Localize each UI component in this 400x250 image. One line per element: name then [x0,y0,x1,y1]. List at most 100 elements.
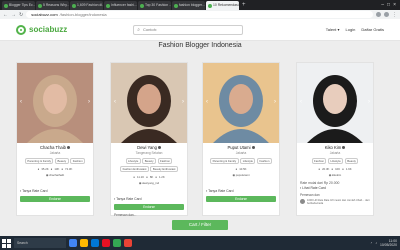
endorse-button[interactable]: Endorse [206,196,276,202]
taskbar-app-icon[interactable] [80,239,88,247]
category-tag[interactable]: Parenting & Family [210,158,239,164]
search-input[interactable] [143,27,234,32]
review-text: 1000 Lift Rate Rate Infl mesin dan Jumla… [307,199,370,206]
minimize-icon[interactable]: – [381,1,384,10]
photo-next-icon[interactable]: › [366,99,372,105]
talent-card[interactable]: ‹ › Dewi Yang Tangerang Selatan Lifestyle Bea… [110,62,188,217]
talent-name: Kiko Kim [324,145,342,150]
header-nav: Talent ▾ Login Daftar Gratis [326,27,384,32]
follower-stats: ● 11.1K ● 8K ● 1.2K [111,175,187,179]
photo-next-icon[interactable]: › [272,99,278,105]
logo-mark-icon [16,24,26,35]
reload-icon[interactable]: ↻ [19,12,23,18]
talent-name: Dewi Yang [137,145,157,150]
youtube-icon: ● [342,167,344,171]
menu-icon[interactable]: ⋮ [392,12,397,18]
photo-prev-icon[interactable]: ‹ [204,99,210,105]
category-tag[interactable]: Fashion [256,158,272,164]
portrait-illustration [27,75,83,143]
handle-text: dewiyang_ind [142,180,160,185]
wifi-icon[interactable]: ◔ [370,241,372,245]
talent-name-row[interactable]: Kiko Kim [297,145,373,150]
category-tag[interactable]: Fashion [157,158,173,164]
clock[interactable]: 11:00 10/05/2020 [380,239,397,247]
category-tag[interactable]: Fashion [311,158,327,164]
category-tag[interactable]: Beauty [54,158,69,164]
taskbar-app-icon[interactable] [113,239,121,247]
browser-tab[interactable]: 5 Reasons Why...× [36,1,69,10]
portrait-illustration [307,75,363,143]
windows-start-icon[interactable] [2,238,11,248]
talent-name-row[interactable]: Dewi Yang [111,145,187,150]
taskbar-search[interactable]: Search [14,238,66,248]
browser-tab[interactable]: 1,609 Fashion di...× [70,1,103,10]
category-tag[interactable]: Beauty [344,158,359,164]
photo-next-icon[interactable]: › [180,99,186,105]
category-tag[interactable]: Lifestyle [327,158,344,164]
nav-login[interactable]: Login [346,27,356,32]
browser-tab[interactable]: 10 Rekomendasi...× [206,1,239,10]
photo-next-icon[interactable]: › [86,99,92,105]
talent-name: Puput Utami [227,145,251,150]
tab-favicon-icon [72,3,76,8]
taskbar-app-icon[interactable] [69,239,77,247]
verified-icon [157,146,161,150]
new-tab-button[interactable]: + [240,1,248,10]
talent-card[interactable]: ‹ › Kiko Kim Jakarta Fashion Lifestyle Beauty ●… [296,62,374,216]
category-tag[interactable]: Fashion [70,158,86,164]
photo-prev-icon[interactable]: ‹ [18,99,24,105]
nav-talent[interactable]: Talent ▾ [326,27,340,32]
tab-favicon-icon [140,3,144,8]
talent-photo[interactable]: ‹ › [203,63,279,143]
rate-card-label: Tanya Rate Card [116,196,142,201]
talent-name-row[interactable]: Puput Utami [203,145,279,150]
sociabuzz-logo[interactable]: sociabuzz [16,24,67,35]
site-search[interactable]: ⌕ [133,24,244,35]
talent-card[interactable]: ‹ › Chacha Thaib Jakarta Parenting & Family B… [16,62,94,216]
close-window-icon[interactable]: × [393,1,396,10]
category-tags: Parenting & Family Beauty Fashion [17,155,93,164]
taskbar-app-icon[interactable] [124,239,132,247]
extension-icon[interactable] [376,12,381,17]
category-tag[interactable]: Lifestyle [125,158,141,164]
rate-card-link[interactable]: ▪ Tanya Rate Card [17,189,93,193]
maximize-icon[interactable]: □ [387,1,390,10]
back-icon[interactable]: ← [3,12,8,18]
talent-name-row[interactable]: Chacha Thaib [17,145,93,150]
profile-icon[interactable] [384,12,389,17]
photo-prev-icon[interactable]: ‹ [298,99,304,105]
rate-card-link[interactable]: ▪ Tanya Rate Card [111,197,187,201]
talent-photo[interactable]: ‹ › [17,63,93,143]
category-tag[interactable]: Parenting & Family [24,158,54,164]
taskbar-app-icon[interactable] [91,239,99,247]
search-icon: ⌕ [137,26,141,33]
talent-photo[interactable]: ‹ › [297,63,373,143]
browser-tab[interactable]: Influencer fashi...× [104,1,137,10]
category-tag[interactable]: Lifestyle [240,158,256,164]
forward-icon[interactable]: → [11,12,16,18]
endorse-button[interactable]: Endorse [20,196,90,202]
browser-tab[interactable]: Top 30 Fashion ...× [138,1,171,10]
category-tag[interactable]: Beauty Enthusiast [150,165,178,172]
follower-count: 20.3K [322,167,330,171]
taskbar-app-icon[interactable] [102,239,110,247]
category-tag[interactable]: Fashion Enthusiast [120,165,149,172]
rate-card-link[interactable]: ▪ Lihat Rate Card [297,186,373,190]
rate-card-label: Lihat Rate Card [302,186,326,190]
talent-name: Chacha Thaib [40,145,66,150]
volume-icon[interactable]: ♪ [375,241,377,245]
rate-price: Rate mulai dari Rp 20.000 [300,181,340,185]
url-field[interactable]: sociabuzz.com/fashion-blogger/indonesia [26,11,373,18]
browser-tab[interactable]: fashion blogger...× [172,1,205,10]
cart-filter-button[interactable]: Cart / Filter [172,220,228,230]
photo-prev-icon[interactable]: ‹ [112,99,118,105]
nav-register[interactable]: Daftar Gratis [361,27,384,32]
rate-card-link[interactable]: ▪ Tanya Rate Card [203,189,279,193]
category-tag[interactable]: Beauty [142,158,157,164]
browser-tab[interactable]: Blogger Tips Ec...× [2,1,35,10]
youtube-icon: ● [61,167,64,171]
category-tags: Fashion Lifestyle Beauty [297,155,373,164]
endorse-button[interactable]: Endorse [114,203,184,210]
talent-card[interactable]: ‹ › Puput Utami Jakarta Parenting & Family Li… [202,62,280,216]
talent-photo[interactable]: ‹ › [111,63,187,143]
